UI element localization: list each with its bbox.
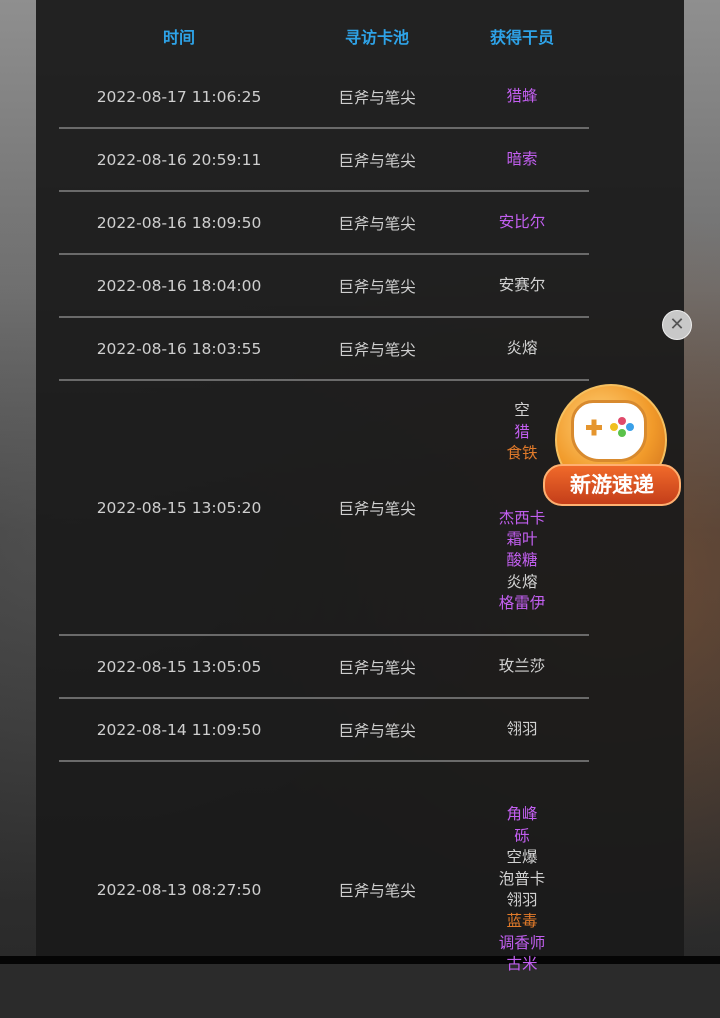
gamepad-icon xyxy=(571,400,647,462)
row-pool: 巨斧与笔尖 xyxy=(338,214,416,233)
row-time: 2022-08-16 18:03:55 xyxy=(96,339,262,358)
table-row: 2022-08-13 08:27:50 巨斧与笔尖 角峰 砾 空爆 泡普卡 翎羽… xyxy=(59,762,589,1018)
row-time: 2022-08-14 11:09:50 xyxy=(96,720,262,739)
table-row: 2022-08-16 18:04:00 巨斧与笔尖 安赛尔 xyxy=(59,255,589,318)
operator-name: 霜叶 xyxy=(506,529,538,548)
row-time: 2022-08-16 18:09:50 xyxy=(96,213,262,232)
operator-name: 泡普卡 xyxy=(498,869,546,888)
row-pool: 巨斧与笔尖 xyxy=(338,151,416,170)
header-time: 时间 xyxy=(162,28,195,47)
operator-name: 安比尔 xyxy=(498,212,546,231)
row-time: 2022-08-15 13:05:20 xyxy=(96,498,262,517)
table-row: 2022-08-16 18:03:55 巨斧与笔尖 炎熔 xyxy=(59,318,589,381)
row-operators: 安赛尔 xyxy=(455,275,589,296)
row-time: 2022-08-16 18:04:00 xyxy=(96,276,262,295)
operator-name: 暗索 xyxy=(506,149,538,168)
row-pool: 巨斧与笔尖 xyxy=(338,721,416,740)
row-pool: 巨斧与笔尖 xyxy=(338,340,416,359)
operator-name: 猎蜂 xyxy=(506,86,538,105)
operator-name: 调香师 xyxy=(498,933,546,952)
operator-name: 炎熔 xyxy=(506,572,538,591)
table-row: 2022-08-17 11:06:25 巨斧与笔尖 猎蜂 xyxy=(59,66,589,129)
row-time: 2022-08-17 11:06:25 xyxy=(96,87,262,106)
row-pool: 巨斧与笔尖 xyxy=(338,277,416,296)
table-row: 2022-08-15 13:05:05 巨斧与笔尖 玫兰莎 xyxy=(59,636,589,699)
operator-name: 翎羽 xyxy=(506,891,538,909)
close-ad-button[interactable]: ✕ xyxy=(662,310,692,340)
operator-name: 蓝毒 xyxy=(506,912,538,931)
ad-label: 新游速递 xyxy=(543,464,681,506)
new-game-ad-widget[interactable]: 新游速递 xyxy=(543,380,681,506)
operator-name: 角峰 xyxy=(506,805,538,824)
operator-name: 翎羽 xyxy=(506,719,538,738)
row-time: 2022-08-16 20:59:11 xyxy=(96,150,262,169)
operator-name: 格雷伊 xyxy=(498,594,546,613)
operator-name: 砾 xyxy=(514,826,530,845)
header-operator: 获得干员 xyxy=(489,28,554,47)
row-time: 2022-08-13 08:27:50 xyxy=(96,881,262,899)
operator-name: 古米 xyxy=(506,955,538,974)
operator-name: 炎熔 xyxy=(506,338,538,357)
row-operators: 翎羽 xyxy=(455,719,589,740)
row-pool: 巨斧与笔尖 xyxy=(338,499,416,518)
history-table: 2022-08-17 11:06:25 巨斧与笔尖 猎蜂 2022-08-16 … xyxy=(59,66,589,1018)
table-row: 2022-08-16 18:09:50 巨斧与笔尖 安比尔 xyxy=(59,192,589,255)
row-operators: 角峰 砾 空爆 泡普卡 翎羽 蓝毒 调香师 古米 xyxy=(455,804,589,975)
table-row: 2022-08-16 20:59:11 巨斧与笔尖 暗索 xyxy=(59,129,589,192)
header-pool: 寻访卡池 xyxy=(344,28,409,47)
row-operators: 暗索 xyxy=(455,149,589,170)
row-pool: 巨斧与笔尖 xyxy=(338,88,416,107)
row-operators: 炎熔 xyxy=(455,338,589,359)
row-pool: 巨斧与笔尖 xyxy=(338,658,416,677)
operator-name: 酸糖 xyxy=(506,551,538,570)
operator-name: 空爆 xyxy=(506,848,538,867)
table-row: 2022-08-15 13:05:20 巨斧与笔尖 空 猎 食铁 杰西卡 霜叶 … xyxy=(59,381,589,636)
operator-name: 杰西卡 xyxy=(498,508,546,527)
table-header: 时间 寻访卡池 获得干员 xyxy=(59,24,589,50)
operator-name: 安赛尔 xyxy=(498,275,546,294)
table-row: 2022-08-14 11:09:50 巨斧与笔尖 翎羽 xyxy=(59,699,589,762)
row-operators: 玫兰莎 xyxy=(455,656,589,677)
operator-name: 玫兰莎 xyxy=(498,656,546,675)
row-operators: 猎蜂 xyxy=(455,86,589,107)
row-pool: 巨斧与笔尖 xyxy=(338,882,416,900)
row-operators: 安比尔 xyxy=(455,212,589,233)
row-time: 2022-08-15 13:05:05 xyxy=(96,657,262,676)
